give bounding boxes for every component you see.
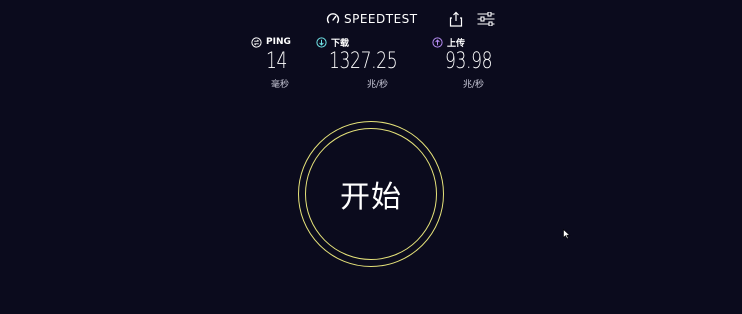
sliders-icon[interactable]: [477, 12, 495, 26]
ping-header: PING: [251, 35, 291, 49]
upload-header: 上传: [432, 35, 465, 49]
brand-text: SPEEDTEST: [344, 12, 418, 26]
download-metric: 下载: [316, 35, 349, 49]
start-button-label[interactable]: 开始: [340, 172, 402, 216]
ping-metric: PING: [251, 35, 291, 49]
ping-unit: 毫秒: [271, 80, 290, 90]
download-label: 下载: [331, 38, 350, 49]
upload-value: 93.98: [445, 49, 493, 74]
start-button-inner-ring[interactable]: 开始: [305, 128, 437, 260]
speedtest-page: SPEEDTEST PING 14 毫秒 下载 1327.25 兆/秒 上传 9…: [0, 0, 742, 314]
download-arrow-icon: [316, 36, 327, 48]
ping-value: 14: [266, 49, 288, 74]
upload-metric: 上传: [432, 35, 465, 49]
upload-label: 上传: [447, 38, 466, 49]
download-value: 1327.25: [329, 49, 398, 74]
ping-icon: [251, 36, 262, 48]
upload-arrow-icon: [432, 36, 443, 48]
share-icon[interactable]: [449, 11, 463, 27]
download-unit: 兆/秒: [367, 80, 389, 90]
download-header: 下载: [316, 35, 349, 49]
upload-unit: 兆/秒: [463, 80, 485, 90]
start-button[interactable]: 开始: [298, 121, 444, 267]
mouse-cursor-icon: [563, 229, 571, 240]
speedometer-icon: [326, 13, 340, 24]
ping-label: PING: [266, 37, 291, 47]
brand-logo[interactable]: SPEEDTEST: [326, 10, 418, 28]
